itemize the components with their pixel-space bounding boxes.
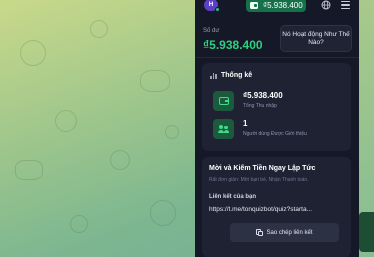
invite-card: Mời và Kiếm Tiền Ngay Lập Tức Rất đơn gi… [202, 157, 351, 257]
stats-title: Thống kê [221, 72, 253, 79]
background-doodle [15, 160, 43, 180]
invite-title: Mời và Kiếm Tiền Ngay Lập Tức [209, 165, 316, 172]
how-it-works-button[interactable]: Nó Hoạt động Như Thế Nào? [280, 25, 352, 52]
copy-icon [256, 229, 263, 237]
wallet-icon [250, 1, 258, 9]
background-doodle [55, 110, 77, 132]
users-icon [218, 124, 229, 134]
background-doodle [150, 200, 176, 226]
balance-value: ₫5.938.400 [203, 38, 263, 52]
background-doodle [70, 215, 88, 233]
stat-icon-box [213, 91, 234, 111]
mini-app-panel: H ₫5.938.400 Số dư ₫5.938.400 Nó Hoạt độ… [195, 0, 359, 257]
side-edge-panel [359, 212, 374, 252]
total-earnings-value: ₫5.938.400 [243, 91, 283, 100]
background-doodle [20, 40, 46, 66]
copy-link-button[interactable]: Sao chép liên kết [230, 223, 339, 242]
divider [195, 57, 359, 58]
background-doodle [90, 20, 108, 38]
stat-icon-box [213, 119, 234, 139]
invite-subtitle: Rất đơn giản: Mời bạn bè, Nhận Thanh toá… [209, 177, 309, 183]
copy-link-label: Sao chép liên kết [266, 229, 313, 236]
avatar-initial: H [208, 2, 214, 8]
avatar[interactable]: H [204, 0, 220, 12]
online-status-dot [215, 7, 220, 12]
referred-users-label: Người dùng Được Giới thiệu [243, 131, 307, 137]
background-doodle [165, 125, 179, 139]
stats-card: Thống kê ₫5.938.400 Tổng Thu nhập 1 Ngườ… [202, 63, 351, 151]
globe-icon[interactable] [321, 0, 331, 10]
wallet-icon [218, 97, 229, 105]
balance-label: Số dư [203, 28, 220, 34]
bar-chart-icon [210, 72, 217, 79]
top-balance-pill[interactable]: ₫5.938.400 [246, 0, 306, 12]
right-background [358, 0, 374, 257]
background-doodle [140, 70, 170, 92]
referral-link-url[interactable]: https://t.me/tonquizbot/quiz?starta... [209, 206, 346, 213]
stat-row-referrals: 1 Người dùng Được Giới thiệu [210, 119, 344, 141]
referral-link-label: Liên kết của bạn [209, 194, 257, 200]
hamburger-menu-icon[interactable] [341, 1, 350, 9]
referred-users-value: 1 [243, 119, 248, 128]
top-balance-value: ₫5.938.400 [263, 0, 303, 10]
stat-row-earnings: ₫5.938.400 Tổng Thu nhập [210, 91, 344, 113]
stats-header: Thống kê [210, 72, 252, 79]
background-doodle [110, 150, 130, 170]
chat-background [0, 0, 195, 257]
total-earnings-label: Tổng Thu nhập [243, 103, 277, 109]
top-bar: H ₫5.938.400 [195, 0, 359, 14]
